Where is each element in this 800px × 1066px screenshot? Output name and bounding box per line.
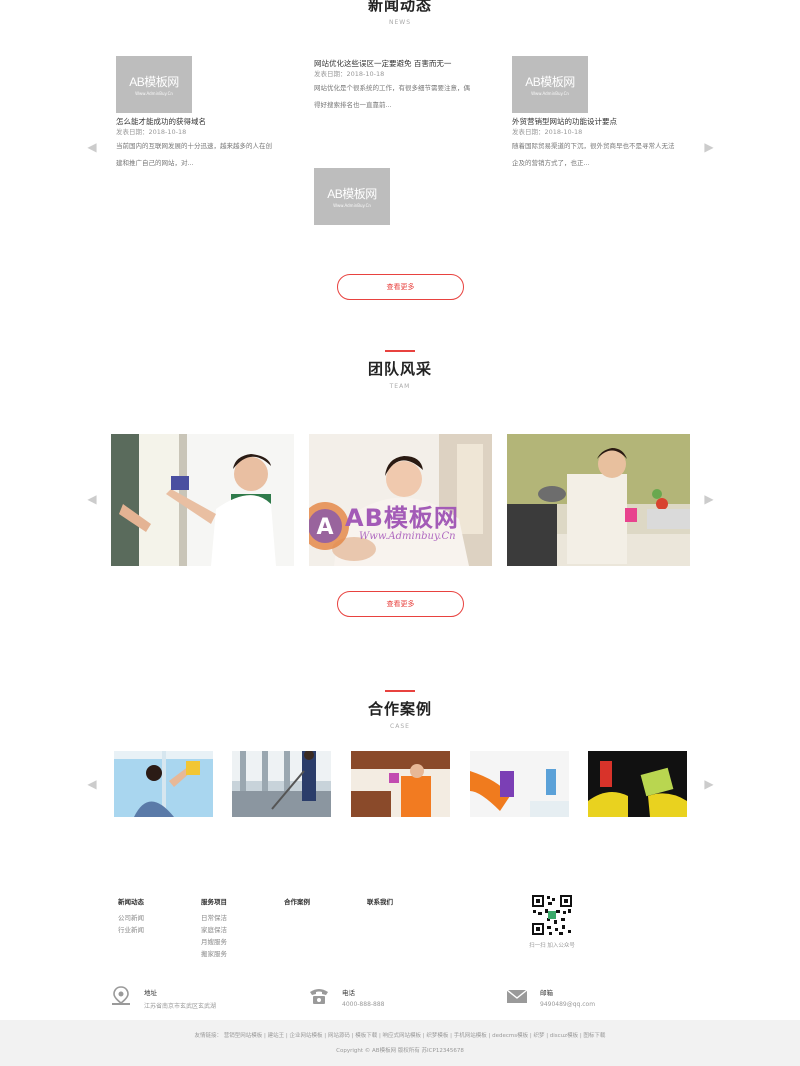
case-next-arrow-icon[interactable]: ▶ [704, 777, 714, 791]
footer-col-contact: 联系我们 [367, 898, 393, 906]
news-item[interactable]: AB模板网 Www.AdminBuy.Cn 外贸营销型网站的功能设计要点 发表日… [512, 56, 692, 172]
news-item[interactable]: 网站优化这些误区一定要避免 百害而无一 发表日期：2018-10-18 网站优化… [314, 58, 494, 225]
team-photo[interactable] [507, 434, 690, 566]
footer-col-services: 服务项目 日常保洁 家庭保洁 月嫂服务 搬家服务 [201, 898, 227, 960]
news-heading: 新闻动态 [367, 0, 432, 14]
case-photo[interactable] [114, 751, 213, 817]
footer-col-news: 新闻动态 公司新闻 行业新闻 [118, 898, 144, 936]
qr-code-icon [531, 894, 573, 936]
watermark-logo: A AB模板网 Www.Adminbuy.Cn [309, 496, 492, 556]
news-thumbnail[interactable]: AB模板网 Www.AdminBuy.Cn [512, 56, 588, 113]
svg-text:A: A [316, 515, 333, 540]
news-subheading: NEWS [388, 19, 412, 26]
footer-col-cases: 合作案例 [284, 898, 310, 906]
news-item-title[interactable]: 网站优化这些误区一定要避免 百害而无一 [314, 58, 494, 69]
case-subheading: CASE [390, 723, 410, 730]
case-photo[interactable] [232, 751, 331, 817]
footer-link[interactable]: 公司新闻 [118, 912, 144, 924]
news-next-arrow-icon[interactable]: ▶ [704, 140, 714, 154]
contact-phone: 电话 4000-888-888 [308, 986, 385, 1008]
team-subheading: TEAM [389, 383, 411, 390]
case-photo[interactable] [588, 751, 687, 817]
news-item-date: 发表日期：2018-10-18 [314, 70, 385, 78]
footer-link[interactable]: 月嫂服务 [201, 936, 227, 948]
news-section-title: 新闻动态 NEWS [0, 0, 800, 26]
contact-address: 地址 江苏省南京市玄武区玄武湖 [110, 986, 216, 1010]
footer-link[interactable]: 行业新闻 [118, 924, 144, 936]
title-accent-bar [385, 690, 415, 692]
news-more-button[interactable]: 查看更多 [337, 274, 464, 300]
team-section-title: 团队风采 TEAM [0, 350, 800, 390]
news-item-date: 发表日期：2018-10-18 [512, 128, 583, 136]
team-prev-arrow-icon[interactable]: ◀ [87, 492, 97, 506]
case-photo[interactable] [470, 751, 569, 817]
news-item-date: 发表日期：2018-10-18 [116, 128, 187, 136]
title-accent-bar [385, 350, 415, 352]
news-prev-arrow-icon[interactable]: ◀ [87, 140, 97, 154]
team-heading: 团队风采 [367, 360, 432, 378]
news-item-desc: 当前国内的互联网发展的十分迅速，越来越多的人在创 建和推广自己的网站，对... [116, 142, 272, 167]
copyright: Copyright © AB模板网 版权所有 苏ICP12345678 [336, 1048, 464, 1054]
friend-links[interactable]: 友情链接： 营销型网站模板 | 建站王 | 企业网站模板 | 网站源码 | 模板… [0, 1031, 800, 1039]
footer-link[interactable]: 搬家服务 [201, 948, 227, 960]
contact-email: 邮箱 9490489@qq.com [506, 986, 595, 1008]
footer-link[interactable]: 家庭保洁 [201, 924, 227, 936]
news-item-title[interactable]: 外贸营销型网站的功能设计要点 [512, 116, 692, 127]
case-heading: 合作案例 [367, 700, 432, 718]
news-item-desc: 随着国际贸易渠道的下沉，很外贸商早也不是寻常人无法 企及的营销方式了，也正... [512, 142, 675, 167]
footer-link[interactable]: 日常保洁 [201, 912, 227, 924]
news-item-title[interactable]: 怎么能才能成功的获得域名 [116, 116, 296, 127]
location-icon [112, 986, 130, 1005]
phone-icon [310, 989, 328, 1004]
team-photo[interactable]: A AB模板网 Www.Adminbuy.Cn [309, 434, 492, 566]
news-thumbnail[interactable]: AB模板网 Www.AdminBuy.Cn [116, 56, 192, 113]
footer-bottom-bar: 友情链接： 营销型网站模板 | 建站王 | 企业网站模板 | 网站源码 | 模板… [0, 1020, 800, 1066]
qr-caption: 扫一扫 加入公众号 [529, 943, 575, 949]
news-thumbnail[interactable]: AB模板网 Www.AdminBuy.Cn [314, 168, 390, 225]
team-next-arrow-icon[interactable]: ▶ [704, 492, 714, 506]
mail-icon [506, 989, 528, 1003]
case-photo[interactable] [351, 751, 450, 817]
news-item[interactable]: AB模板网 Www.AdminBuy.Cn 怎么能才能成功的获得域名 发表日期：… [116, 56, 296, 172]
team-more-button[interactable]: 查看更多 [337, 591, 464, 617]
news-item-desc: 网站优化是个很系统的工作，有很多细节需要注意，偶 得好搜索排名也一直靠前... [314, 84, 470, 109]
team-photo[interactable] [111, 434, 294, 566]
case-prev-arrow-icon[interactable]: ◀ [87, 777, 97, 791]
case-section-title: 合作案例 CASE [0, 690, 800, 730]
